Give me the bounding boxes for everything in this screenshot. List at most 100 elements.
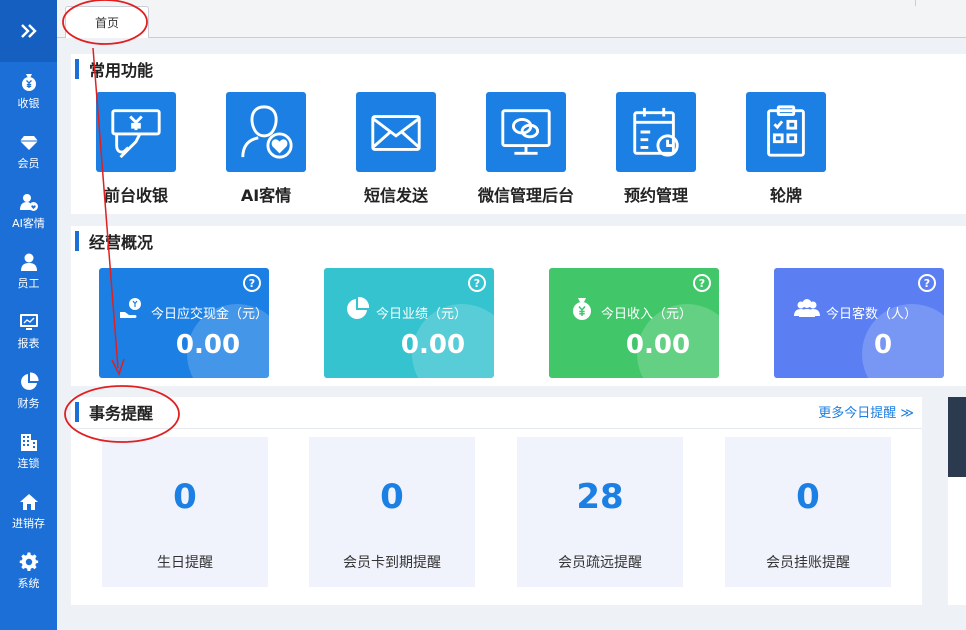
sidebar-item-label: 报表: [17, 336, 40, 350]
sidebar-item-label: 员工: [17, 276, 40, 290]
sidebar-item-label: AI客情: [12, 216, 45, 230]
reminder-label: 会员疏远提醒: [558, 555, 642, 571]
sidebar-item-label: 连锁: [17, 456, 40, 470]
reminder-label: 生日提醒: [157, 555, 213, 571]
reminder-birthday[interactable]: 0 生日提醒: [102, 437, 268, 587]
quick-item-label: 预约管理: [623, 186, 688, 205]
calendar-clock-icon: [616, 92, 696, 172]
reminder-value: 28: [576, 477, 624, 517]
sidebar-toggle-button[interactable]: [0, 0, 57, 62]
quick-functions-panel: 常用功能 前台收银 AI客情 短信发送 微信管理后台 预约管理 轮牌: [71, 54, 966, 214]
reminder-value: 0: [796, 477, 820, 517]
gear-icon: [19, 552, 38, 571]
stat-label: 今日客数（人）: [826, 307, 918, 322]
stat-value: 0: [873, 330, 893, 360]
help-icon[interactable]: ?: [918, 274, 936, 292]
cash-hand-icon: [120, 298, 141, 318]
sidebar-item-ai-customer[interactable]: AI客情: [0, 182, 57, 240]
users-icon: [794, 299, 820, 317]
monitor-chart-icon: [19, 313, 38, 330]
sidebar-item-report[interactable]: 报表: [0, 302, 57, 360]
reminder-label: 会员卡到期提醒: [343, 555, 441, 571]
sidebar: 收银 会员 AI客情 员工 报表 财务 连锁 进销存 系统: [0, 0, 57, 630]
stat-label: 今日业绩（元）: [376, 307, 468, 322]
stat-value: 0.00: [175, 330, 241, 360]
stat-card-performance[interactable]: ? 今日业绩（元） 0.00: [324, 268, 494, 378]
sidebar-item-label: 财务: [17, 396, 40, 410]
help-icon[interactable]: ?: [468, 274, 486, 292]
section-header: 常用功能: [71, 54, 153, 84]
quick-item-label: 轮牌: [769, 186, 802, 205]
stat-label: 今日收入（元）: [601, 307, 693, 322]
quick-item-label: 前台收银: [103, 186, 168, 205]
quick-item-wechat-admin[interactable]: 微信管理后台: [466, 92, 586, 206]
more-reminders-link[interactable]: 更多今日提醒 ≫: [818, 402, 914, 421]
sidebar-item-label: 会员: [17, 156, 40, 170]
sidebar-item-system[interactable]: 系统: [0, 542, 57, 600]
envelope-icon: [356, 92, 436, 172]
building-icon: [20, 433, 37, 451]
right-side-panel-header: [948, 397, 966, 477]
divider: [71, 428, 922, 429]
sidebar-item-label: 进销存: [12, 516, 45, 530]
tab-home[interactable]: 首页: [65, 6, 149, 38]
tab-bar-divider: [915, 0, 916, 6]
tab-label: 首页: [94, 16, 119, 30]
section-title: 经营概况: [89, 233, 154, 252]
yen-bag-icon: [21, 73, 36, 91]
sidebar-item-staff[interactable]: 员工: [0, 242, 57, 300]
user-icon: [20, 253, 37, 271]
quick-item-rotation[interactable]: 轮牌: [726, 92, 846, 206]
help-icon[interactable]: ?: [693, 274, 711, 292]
help-icon[interactable]: ?: [243, 274, 261, 292]
ai-customer-icon: [226, 92, 306, 172]
user-heart-icon: [19, 193, 38, 211]
sidebar-item-chain[interactable]: 连锁: [0, 422, 57, 480]
quick-item-appointment[interactable]: 预约管理: [596, 92, 716, 206]
quick-item-cashier[interactable]: 前台收银: [76, 92, 196, 206]
reminder-value: 0: [173, 477, 197, 517]
right-side-panel: [948, 397, 966, 605]
reminder-value: 0: [380, 477, 404, 517]
clipboard-grid-icon: [746, 92, 826, 172]
house-icon: [19, 493, 38, 510]
section-accent-bar: [75, 59, 79, 79]
section-header: 事务提醒: [71, 397, 153, 427]
stat-label: 今日应交现金（元）: [151, 307, 269, 322]
section-accent-bar: [75, 402, 79, 422]
quick-item-sms[interactable]: 短信发送: [336, 92, 456, 206]
pie-chart-icon: [20, 371, 39, 390]
pie-icon: [347, 296, 370, 319]
section-accent-bar: [75, 231, 79, 251]
business-overview-panel: 经营概况 ? 今日应交现金（元） 0.00 ? 今日业绩（元） 0.00 ? 今…: [71, 226, 966, 386]
stat-card-income[interactable]: ? 今日收入（元） 0.00: [549, 268, 719, 378]
tab-bar: 首页: [57, 0, 966, 38]
reminders-panel: 事务提醒 更多今日提醒 ≫ 0 生日提醒 0 会员卡到期提醒 28 会员疏远提醒…: [71, 397, 922, 605]
stat-value: 0.00: [625, 330, 691, 360]
section-header: 经营概况: [71, 226, 153, 256]
stat-card-customers[interactable]: ? 今日客数（人） 0: [774, 268, 944, 378]
section-title: 常用功能: [89, 61, 154, 80]
sidebar-item-cashier[interactable]: 收银: [0, 62, 57, 120]
stat-card-cash-due[interactable]: ? 今日应交现金（元） 0.00: [99, 268, 269, 378]
sidebar-item-member[interactable]: 会员: [0, 122, 57, 180]
stat-value: 0.00: [400, 330, 466, 360]
wechat-monitor-icon: [486, 92, 566, 172]
sidebar-item-label: 收银: [17, 96, 40, 110]
quick-item-label: AI客情: [240, 186, 292, 205]
sidebar-item-label: 系统: [17, 576, 40, 590]
sidebar-item-inventory[interactable]: 进销存: [0, 482, 57, 540]
reminder-member-credit[interactable]: 0 会员挂账提醒: [725, 437, 891, 587]
reminder-member-inactive[interactable]: 28 会员疏远提醒: [517, 437, 683, 587]
quick-item-label: 微信管理后台: [477, 186, 574, 205]
quick-item-ai-customer[interactable]: AI客情: [206, 92, 326, 206]
cashier-icon: [96, 92, 176, 172]
quick-item-label: 短信发送: [363, 186, 428, 205]
double-chevron-right-icon: [20, 24, 37, 38]
section-title: 事务提醒: [89, 404, 154, 423]
sidebar-item-finance[interactable]: 财务: [0, 362, 57, 420]
reminder-card-expiry[interactable]: 0 会员卡到期提醒: [309, 437, 475, 587]
reminder-label: 会员挂账提醒: [766, 555, 850, 571]
diamond-icon: [19, 135, 38, 150]
money-bag-icon: [573, 298, 591, 320]
